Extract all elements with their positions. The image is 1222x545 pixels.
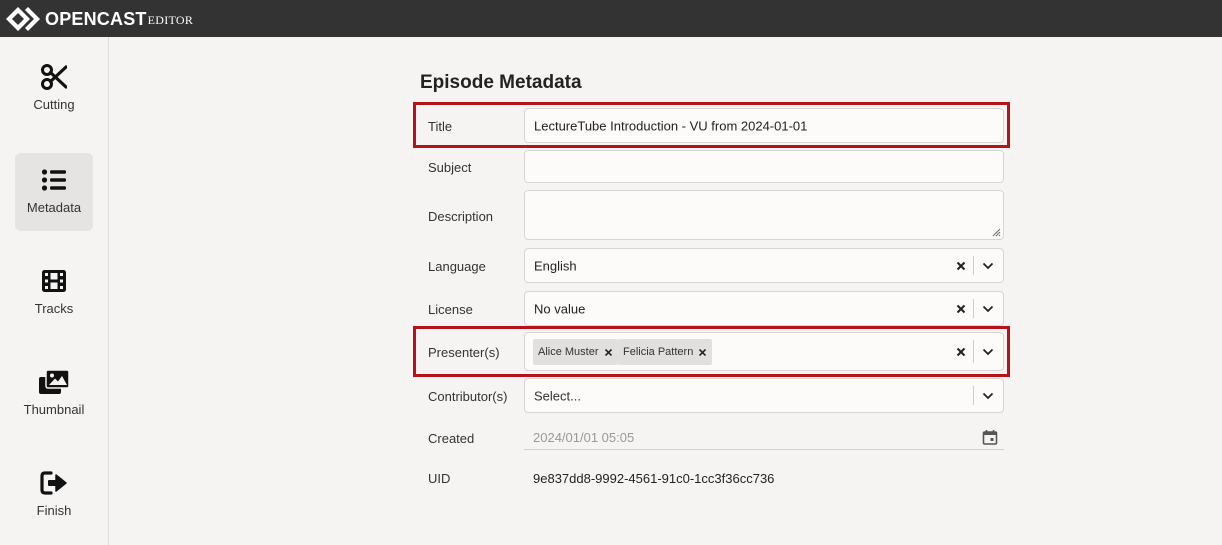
sign-out-icon [40, 471, 67, 495]
created-label: Created [428, 431, 475, 446]
select-separator [973, 340, 974, 363]
images-icon [39, 369, 70, 394]
clear-icon[interactable] [956, 347, 966, 357]
language-value: English [534, 258, 577, 273]
uid-value: 9e837dd8-9992-4561-91c0-1cc3f36cc736 [533, 471, 775, 486]
contributors-label: Contributor(s) [428, 389, 508, 404]
sidebar-item-finish[interactable]: Finish [15, 456, 93, 534]
presenter-chip-label: Felicia Pattern [623, 346, 694, 358]
presenters-label: Presenter(s) [428, 345, 500, 360]
sidebar-item-label: Tracks [34, 301, 74, 316]
chevron-down-icon[interactable] [982, 392, 994, 400]
sidebar: Cutting Metadata Tracks Thumbnail Finish [0, 37, 109, 545]
sidebar-item-label: Metadata [26, 200, 82, 215]
select-separator [973, 386, 974, 405]
license-select[interactable]: No value [524, 291, 1004, 326]
title-label: Title [428, 119, 453, 134]
chevron-down-icon[interactable] [982, 305, 994, 313]
calendar-icon[interactable] [982, 429, 998, 445]
sidebar-item-label: Thumbnail [23, 402, 85, 417]
description-label: Description [428, 209, 494, 224]
scissors-icon [41, 64, 67, 90]
presenter-chip: Alice Muster [533, 339, 618, 365]
list-icon [41, 169, 66, 191]
remove-chip-icon[interactable] [604, 348, 612, 356]
film-icon [42, 270, 66, 292]
select-separator [973, 299, 974, 318]
title-field[interactable]: LectureTube Introduction - VU from 2024-… [524, 108, 1004, 143]
chevron-down-icon[interactable] [982, 262, 994, 270]
top-bar: OPENCAST EDITOR [0, 0, 1222, 37]
remove-chip-icon[interactable] [699, 348, 707, 356]
presenters-select[interactable]: Alice Muster Felicia Pattern [524, 332, 1004, 371]
opencast-logo-icon [6, 6, 40, 32]
license-value: No value [534, 301, 586, 316]
opencast-logo[interactable]: OPENCAST EDITOR [6, 0, 193, 37]
language-label: Language [428, 259, 486, 274]
logo-text: OPENCAST [45, 8, 147, 29]
select-separator [973, 256, 974, 275]
logo-subtext: EDITOR [147, 13, 194, 27]
sidebar-item-label: Finish [36, 503, 72, 518]
page-title: Episode Metadata [420, 72, 582, 93]
presenter-chip: Felicia Pattern [618, 339, 713, 365]
presenter-chip-label: Alice Muster [538, 346, 599, 358]
chevron-down-icon[interactable] [982, 348, 994, 356]
license-label: License [428, 302, 473, 317]
resize-handle-icon[interactable] [992, 228, 1001, 237]
clear-icon[interactable] [956, 304, 966, 314]
created-value: 2024/01/01 05:05 [533, 430, 635, 445]
sidebar-item-tracks[interactable]: Tracks [15, 254, 93, 332]
uid-label: UID [428, 471, 451, 486]
description-field[interactable] [524, 190, 1004, 240]
subject-label: Subject [428, 160, 472, 175]
sidebar-item-metadata[interactable]: Metadata [15, 153, 93, 231]
language-select[interactable]: English [524, 248, 1004, 283]
contributors-select[interactable]: Select... [524, 378, 1004, 413]
sidebar-item-label: Cutting [33, 97, 75, 112]
clear-icon[interactable] [956, 261, 966, 271]
contributors-placeholder: Select... [534, 388, 581, 403]
created-underline [524, 449, 1004, 450]
sidebar-item-thumbnail[interactable]: Thumbnail [15, 355, 93, 433]
subject-field[interactable] [524, 150, 1004, 183]
sidebar-item-cutting[interactable]: Cutting [15, 50, 93, 128]
title-value: LectureTube Introduction - VU from 2024-… [534, 118, 808, 133]
